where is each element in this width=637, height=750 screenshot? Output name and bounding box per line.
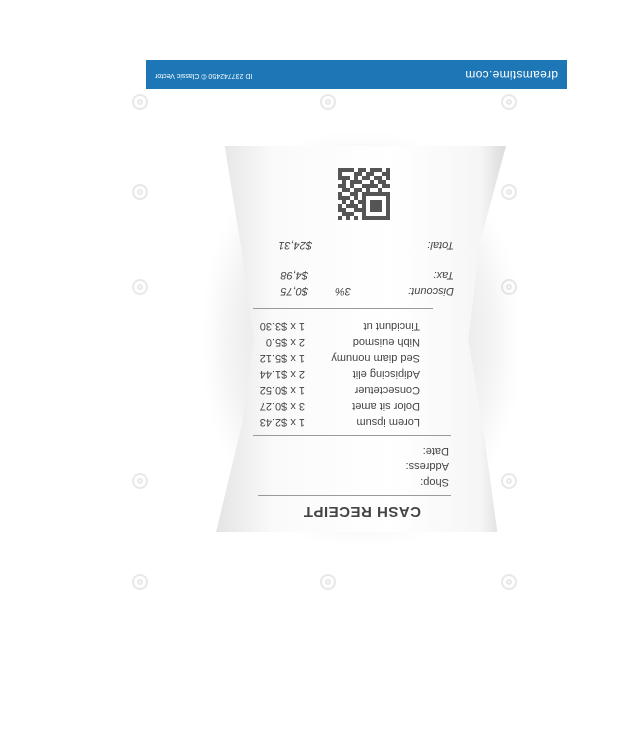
total-label: Total: (427, 239, 454, 251)
divider (258, 495, 451, 496)
brand-logo-text: dreamstime.com (465, 68, 558, 82)
item-qty-price: 2 x $1.44 (259, 368, 305, 380)
stock-photo-banner: dreamstime.com ID 237742450 © Classic Ve… (146, 60, 567, 89)
discount-label: Discount: (408, 285, 454, 297)
item-qty-price: 3 x $0.27 (259, 400, 305, 412)
item-qty-price: 1 x $3.30 (259, 320, 305, 332)
upside-down-receipt-image: dreamstime.com ID 237742450 © Classic Ve… (0, 0, 637, 750)
item-qty-price: 1 x $2.43 (259, 416, 305, 428)
qr-code (338, 168, 390, 220)
field-date: Date: (422, 445, 449, 457)
item-qty-price: 1 x $0.52 (259, 384, 305, 396)
item-qty-price: 1 x $5.12 (259, 352, 305, 364)
receipt-title: CASH RECEIPT (303, 503, 421, 520)
watermark-icon (501, 574, 517, 590)
watermark-icon (132, 184, 148, 200)
watermark-icon (501, 94, 517, 110)
divider (253, 308, 433, 309)
watermark-icon (132, 574, 148, 590)
item-name: Nibh euismod (352, 336, 420, 348)
watermark-icon (132, 473, 148, 489)
item-name: Adipiscing elit (352, 368, 420, 380)
item-name: Lorem ipsum (356, 416, 420, 428)
total-value: $24,31 (278, 239, 312, 251)
discount-value: $0,75 (280, 285, 308, 297)
field-shop: Shop: (420, 476, 449, 488)
watermark-icon (132, 279, 148, 295)
image-credit: ID 237742450 © Classic Vector (155, 72, 253, 79)
watermark-icon (132, 94, 148, 110)
item-name: Dolor sit amet (352, 400, 420, 412)
watermark-icon (320, 574, 336, 590)
tax-value: $4,98 (280, 269, 308, 281)
item-name: Consectetuer (354, 384, 420, 396)
discount-percent: 3% (335, 285, 351, 297)
tax-label: Tax: (433, 269, 454, 281)
watermark-icon (320, 94, 336, 110)
item-name: Tincidunt ut (363, 320, 420, 332)
item-qty-price: 2 x $5.0 (265, 336, 305, 348)
divider (253, 435, 451, 436)
item-name: Sed diam nonumy (331, 352, 420, 364)
field-address: Address: (405, 460, 449, 472)
